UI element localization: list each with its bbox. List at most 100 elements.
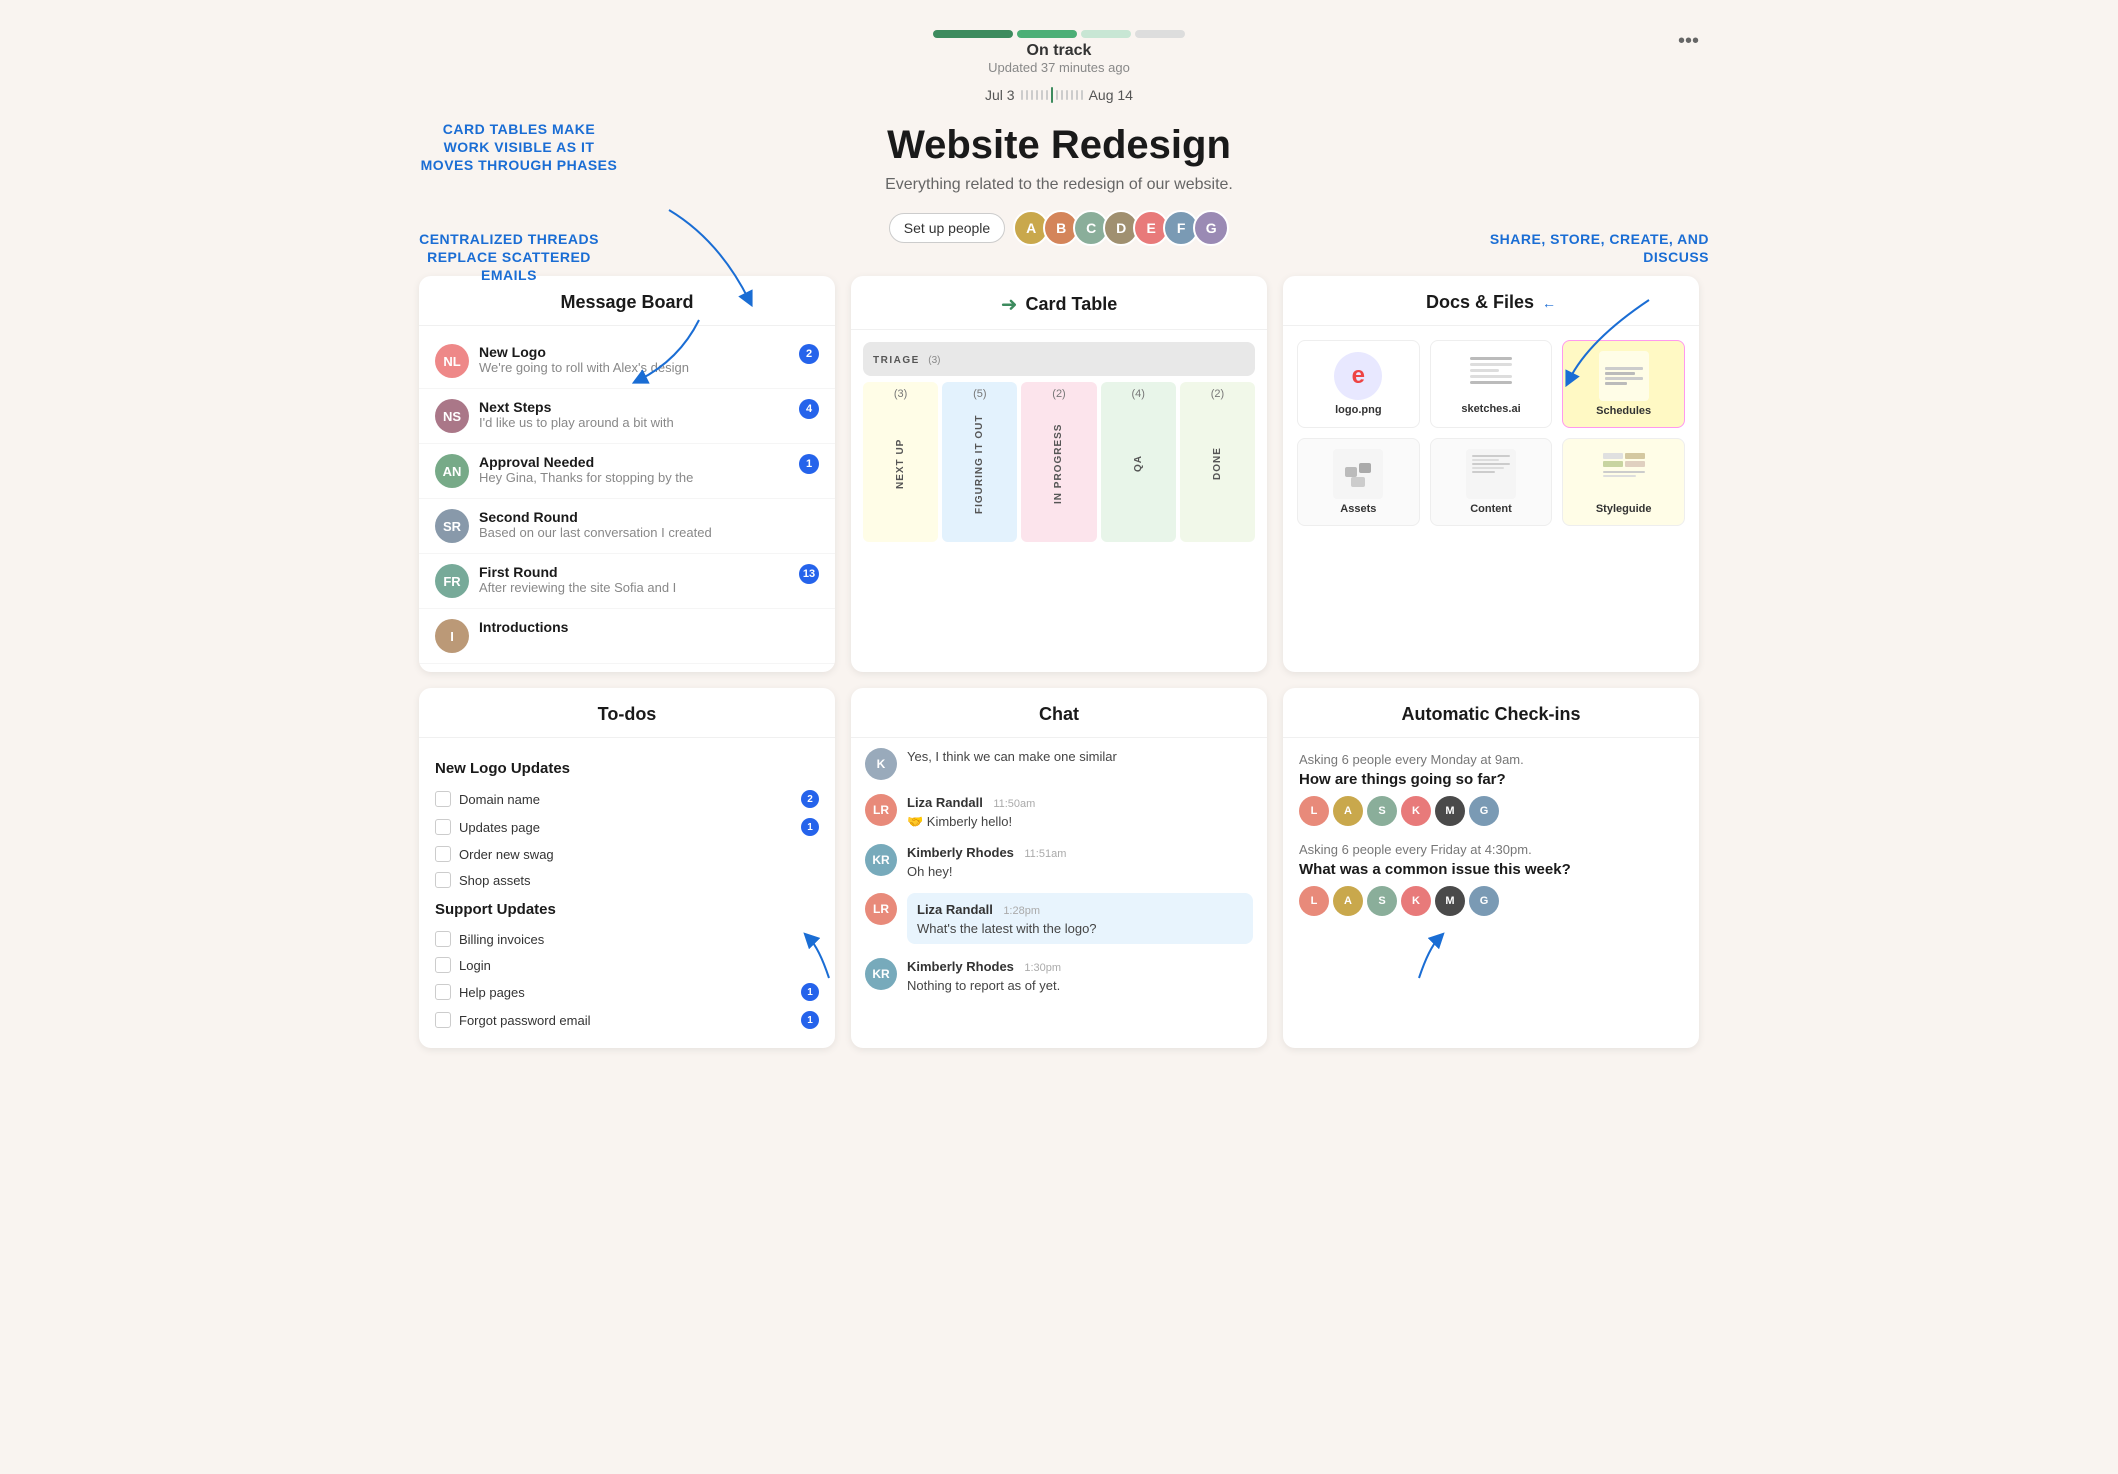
todo-text-billing: Billing invoices <box>459 932 819 947</box>
project-subtitle: Everything related to the redesign of ou… <box>419 176 1699 194</box>
checkin-av-1-1[interactable]: L <box>1299 796 1329 826</box>
progress-track <box>933 30 1185 38</box>
msg-title-3: Approval Needed <box>479 454 789 470</box>
todo-checkbox-login[interactable] <box>435 957 451 973</box>
docs-arrow-icon: ← <box>1542 295 1556 311</box>
todo-checkbox-domain[interactable] <box>435 791 451 807</box>
chat-text-4: Nothing to report as of yet. <box>907 978 1253 993</box>
sg-block-1 <box>1603 453 1623 459</box>
msg-title-1: New Logo <box>479 344 789 360</box>
doc-item-styleguide[interactable]: Styleguide <box>1562 438 1685 526</box>
msg-badge-3: 1 <box>799 454 819 474</box>
triage-label: TRIAGE <box>873 355 920 366</box>
todo-text-help: Help pages <box>459 985 793 1000</box>
tick-7 <box>1056 90 1058 100</box>
todo-checkbox-help[interactable] <box>435 984 451 1000</box>
message-item-next-steps[interactable]: NS Next Steps I'd like us to play around… <box>419 389 835 444</box>
todo-item-swag[interactable]: Order new swag <box>435 841 819 867</box>
msg-preview-3: Hey Gina, Thanks for stopping by the <box>479 470 789 485</box>
checkin-av-2-4[interactable]: K <box>1401 886 1431 916</box>
kanban-label-3: IN PROGRESS <box>1025 404 1092 524</box>
progress-seg-2 <box>1017 30 1077 38</box>
tick-12 <box>1081 90 1083 100</box>
kanban-col-figuring[interactable]: (5) FIGURING IT OUT <box>942 382 1017 542</box>
checkin-question-2: What was a common issue this week? <box>1299 861 1683 878</box>
checkin-av-2-1[interactable]: L <box>1299 886 1329 916</box>
todo-item-domain[interactable]: Domain name 2 <box>435 785 819 813</box>
todo-checkbox-shop[interactable] <box>435 872 451 888</box>
message-board-title: Message Board <box>560 292 693 313</box>
message-item-approval[interactable]: AN Approval Needed Hey Gina, Thanks for … <box>419 444 835 499</box>
todo-item-updates[interactable]: Updates page 1 <box>435 813 819 841</box>
doc-item-content[interactable]: Content <box>1430 438 1553 526</box>
chat-time-3: 1:28pm <box>1003 905 1040 917</box>
content-line-4 <box>1472 467 1504 469</box>
kanban-count-5: (2) <box>1184 388 1251 400</box>
message-item-introductions[interactable]: I Introductions <box>419 609 835 664</box>
doc-item-assets[interactable]: Assets <box>1297 438 1420 526</box>
project-title: Website Redesign <box>419 123 1699 168</box>
doc-item-schedules[interactable]: Schedules <box>1562 340 1685 428</box>
checkin-av-2-5[interactable]: M <box>1435 886 1465 916</box>
kanban-col-qa[interactable]: (4) QA <box>1101 382 1176 542</box>
more-options-button[interactable]: ••• <box>1678 30 1699 53</box>
checkin-av-2-3[interactable]: S <box>1367 886 1397 916</box>
tick-8 <box>1061 90 1063 100</box>
kanban-count-2: (5) <box>946 388 1013 400</box>
msg-badge-5: 13 <box>799 564 819 584</box>
todo-item-billing[interactable]: Billing invoices <box>435 926 819 952</box>
avatar-7[interactable]: G <box>1193 210 1229 246</box>
todo-text-updates: Updates page <box>459 820 793 835</box>
checkin-av-1-3[interactable]: S <box>1367 796 1397 826</box>
checkin-av-1-5[interactable]: M <box>1435 796 1465 826</box>
msg-preview-4: Based on our last conversation I created <box>479 525 819 540</box>
todo-group-title-2: Support Updates <box>435 901 819 918</box>
checkin-av-1-2[interactable]: A <box>1333 796 1363 826</box>
sg-line-1 <box>1603 471 1645 473</box>
msg-avatar-6: I <box>435 619 469 653</box>
checkin-av-1-4[interactable]: K <box>1401 796 1431 826</box>
message-list: NL New Logo We're going to roll with Ale… <box>419 326 835 672</box>
chat-msg-4: KR Kimberly Rhodes 1:30pm Nothing to rep… <box>865 958 1253 993</box>
kanban-count-1: (3) <box>867 388 934 400</box>
todo-checkbox-billing[interactable] <box>435 931 451 947</box>
triage-box: TRIAGE (3) <box>863 342 1255 376</box>
chat-text-2: Oh hey! <box>907 864 1253 879</box>
todo-checkbox-swag[interactable] <box>435 846 451 862</box>
message-item-second-round[interactable]: SR Second Round Based on our last conver… <box>419 499 835 554</box>
todo-item-shop[interactable]: Shop assets <box>435 867 819 893</box>
status-bar: On track Updated 37 minutes ago <box>419 30 1699 75</box>
sg-block-4 <box>1625 461 1645 467</box>
todo-item-login[interactable]: Login <box>435 952 819 978</box>
chat-msg-3: LR Liza Randall 1:28pm What's the latest… <box>865 893 1253 944</box>
doc-schedules-preview <box>1599 351 1649 401</box>
doc-content-preview <box>1466 449 1516 499</box>
kanban-col-next-up[interactable]: (3) NEXT UP <box>863 382 938 542</box>
sketch-line-4 <box>1470 375 1512 378</box>
todo-item-help[interactable]: Help pages 1 <box>435 978 819 1006</box>
checkin-av-2-2[interactable]: A <box>1333 886 1363 916</box>
checkin-av-2-6[interactable]: G <box>1469 886 1499 916</box>
message-item-new-logo[interactable]: NL New Logo We're going to roll with Ale… <box>419 334 835 389</box>
todo-text-swag: Order new swag <box>459 847 819 862</box>
card-table-card: ➜ Card Table TRIAGE (3) (3) NEXT UP (5) … <box>851 276 1267 672</box>
checkin-avatars-2: L A S K M G <box>1299 886 1683 916</box>
doc-item-logo[interactable]: e logo.png <box>1297 340 1420 428</box>
kanban-col-in-progress[interactable]: (2) IN PROGRESS <box>1021 382 1096 542</box>
todo-item-forgot[interactable]: Forgot password email 1 <box>435 1006 819 1034</box>
tick-active <box>1051 87 1053 103</box>
todo-checkbox-forgot[interactable] <box>435 1012 451 1028</box>
checkin-asking-1: Asking 6 people every Monday at 9am. <box>1299 752 1683 767</box>
checkin-av-1-6[interactable]: G <box>1469 796 1499 826</box>
doc-item-sketch[interactable]: sketches.ai <box>1430 340 1553 428</box>
checkin-question-1: How are things going so far? <box>1299 771 1683 788</box>
todo-badge-forgot: 1 <box>801 1011 819 1029</box>
tick-1 <box>1021 90 1023 100</box>
kanban-col-done[interactable]: (2) DONE <box>1180 382 1255 542</box>
todo-checkbox-updates[interactable] <box>435 819 451 835</box>
chat-bubble-2: Kimberly Rhodes 11:51am Oh hey! <box>907 844 1253 879</box>
todos-content: New Logo Updates Domain name 2 Updates p… <box>419 738 835 1048</box>
message-item-first-round[interactable]: FR First Round After reviewing the site … <box>419 554 835 609</box>
set-up-people-button[interactable]: Set up people <box>889 213 1005 243</box>
msg-badge-2: 4 <box>799 399 819 419</box>
